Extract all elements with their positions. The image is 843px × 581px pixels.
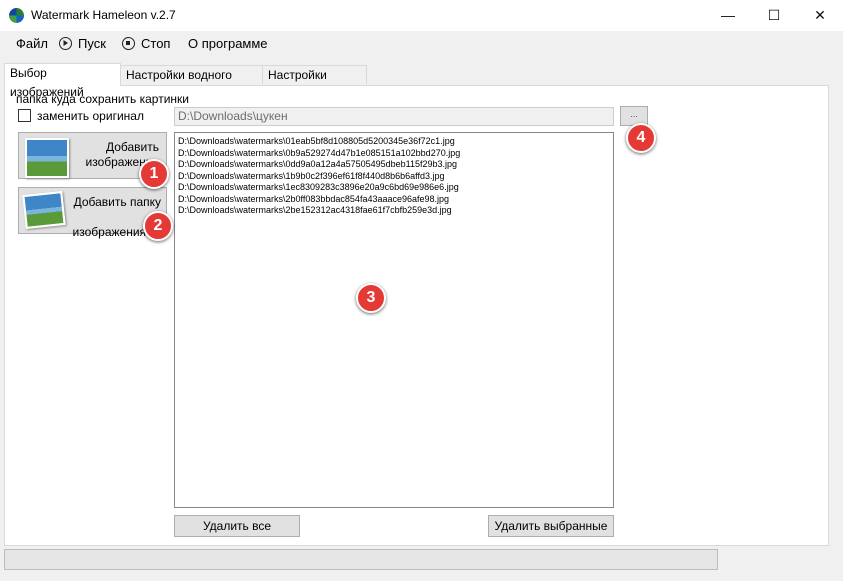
callout-badge-1: 1 [139, 159, 169, 189]
play-icon [59, 37, 72, 50]
window-title: Watermark Hameleon v.2.7 [31, 8, 176, 22]
tab-compression-settings[interactable]: Настройки сжатия [262, 65, 367, 101]
menu-about[interactable]: О программе [188, 36, 268, 51]
output-path-field[interactable]: D:\Downloads\цукен [174, 107, 614, 126]
delete-all-button[interactable]: Удалить все [174, 515, 300, 537]
minimize-button[interactable]: — [705, 0, 751, 31]
close-button[interactable]: ✕ [797, 0, 843, 31]
callout-badge-3: 3 [356, 283, 386, 313]
folder-images-icon [22, 191, 66, 229]
tab-watermark-settings[interactable]: Настройки водного знака [120, 65, 263, 101]
delete-selected-button[interactable]: Удалить выбранные [488, 515, 614, 537]
app-logo-icon [9, 8, 24, 23]
callout-badge-4: 4 [626, 123, 656, 153]
menu-start-label: Пуск [78, 36, 106, 51]
callout-badge-2: 2 [143, 211, 173, 241]
list-item[interactable]: D:\Downloads\watermarks\0b9a529274d47b1e… [178, 148, 610, 160]
list-item[interactable]: D:\Downloads\watermarks\1b9b0c2f396ef61f… [178, 171, 610, 183]
file-list[interactable]: D:\Downloads\watermarks\01eab5bf8d108805… [174, 132, 614, 508]
replace-original-checkbox[interactable] [18, 109, 31, 122]
images-icon [25, 138, 69, 178]
list-item[interactable]: D:\Downloads\watermarks\01eab5bf8d108805… [178, 136, 610, 148]
list-item[interactable]: D:\Downloads\watermarks\0dd9a0a12a4a5750… [178, 159, 610, 171]
list-item[interactable]: D:\Downloads\watermarks\1ec8309283c3896e… [178, 182, 610, 194]
list-item[interactable]: D:\Downloads\watermarks\2be152312ac4318f… [178, 205, 610, 217]
tab-image-selection[interactable]: Выбор изображений [4, 63, 121, 99]
menu-file[interactable]: Файл [16, 36, 48, 51]
replace-original-label: заменить оригинал [37, 109, 144, 123]
menu-stop-label: Стоп [141, 36, 171, 51]
status-bar [4, 549, 718, 570]
maximize-button[interactable]: ☐ [751, 0, 797, 31]
stop-icon [122, 37, 135, 50]
list-item[interactable]: D:\Downloads\watermarks\2b0ff083bbdac854… [178, 194, 610, 206]
